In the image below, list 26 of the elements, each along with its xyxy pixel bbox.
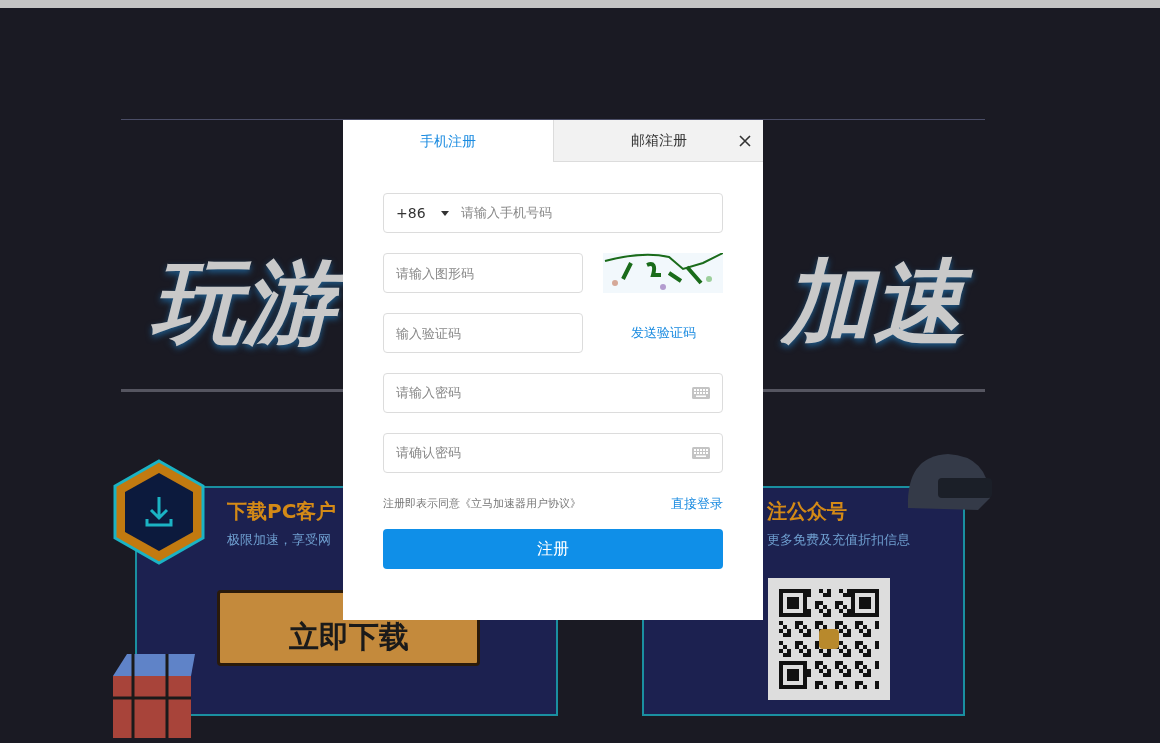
country-code[interactable]: +86 [396,202,426,224]
tab[interactable]: 邮箱注册 [553,120,763,162]
password-field[interactable]: 请确认密码 [383,433,723,473]
card-subtitle: 极限加速，享受网 [227,531,331,549]
register-button[interactable]: 注册 [383,528,723,569]
input-field[interactable]: 输入验证码 [383,313,583,353]
phone-input[interactable]: 请输入手机号码 [460,203,710,223]
caret-icon [440,210,449,216]
captcha-image[interactable] [603,253,723,293]
hero-title: 玩游 [139,242,347,364]
password-input[interactable]: 请确认密码 [396,443,692,463]
card-subtitle: 更多免费及充值折扣信息 [767,531,910,549]
password-input[interactable]: 请输入密码 [396,383,692,403]
close-icon [739,135,751,147]
password-field[interactable]: 请输入密码 [383,373,723,413]
agreement-text: 注册即表示同意《立马加速器用户协议》 [383,495,581,512]
card-title: 下载PC客户 [227,498,337,525]
phone-field[interactable]: +86 请输入手机号码 [383,193,723,233]
hero-title: 加速 [769,242,977,364]
login-link[interactable]: 直接登录 [671,494,723,514]
send-code-link[interactable]: 发送验证码 [603,323,723,343]
input-field[interactable]: 请输入图形码 [383,253,583,293]
card-title: 注公众号 [767,498,847,525]
download-icon [113,459,205,565]
keyboard-icon [692,387,710,399]
keyboard-icon [692,447,710,459]
